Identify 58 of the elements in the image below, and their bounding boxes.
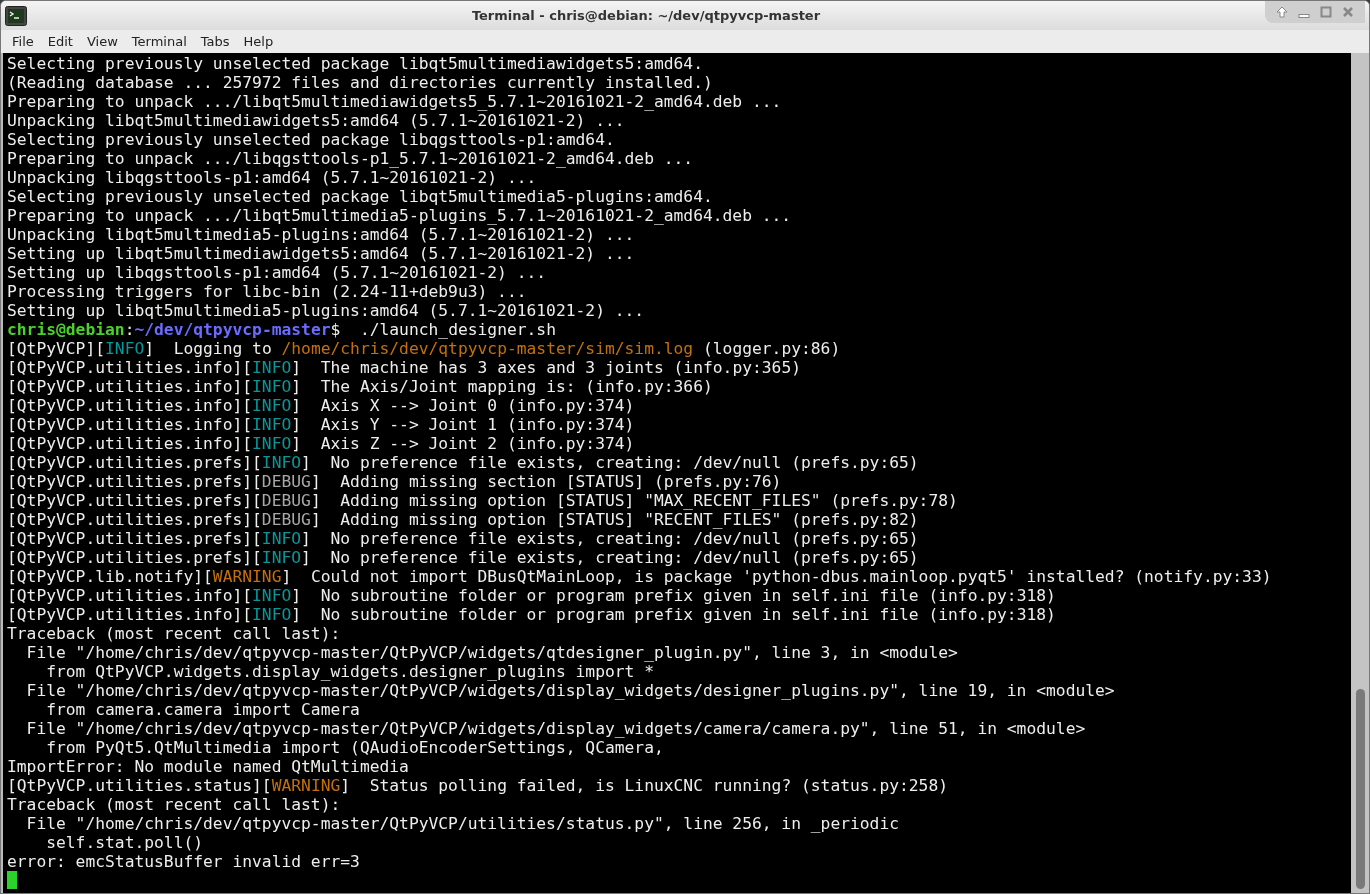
terminal-line: Setting up libqt5multimediawidgets5:amd64 (5.7.1~20161021-2) ...: [7, 244, 636, 263]
terminal-line: Preparing to unpack .../libqgsttools-p1_5.7.1~20161021-2_amd64.deb ...: [7, 149, 695, 168]
menu-item[interactable]: Edit: [40, 31, 80, 52]
up-arrow-icon: [1276, 6, 1288, 18]
terminal-line: Unpacking libqt5multimediawidgets5:amd64 (5.7.1~20161021-2) ...: [7, 111, 626, 130]
terminal-line: File "/home/chris/dev/qtpyvcp-master/QtPyVCP/widgets/display_widgets/designer_plugins.py", line 19, in <module>: [25, 681, 1116, 700]
maximize-icon: [1320, 6, 1332, 18]
terminal-line: File "/home/chris/dev/qtpyvcp-master/QtPyVCP/utilities/status.py", line 256, in _periodic: [25, 814, 900, 833]
terminal-line: File "/home/chris/dev/qtpyvcp-master/QtPyVCP/widgets/qtdesigner_plugin.py", line 3, in <module>: [25, 643, 959, 662]
terminal-line: [QtPyVCP.utilities.prefs][DEBUG] Adding missing option [STATUS] "RECENT_FILES" (prefs.py:82): [7, 510, 920, 529]
minimize-icon: [1298, 14, 1310, 18]
terminal-line: Preparing to unpack .../libqt5multimediawidgets5_5.7.1~20161021-2_amd64.deb ...: [7, 92, 783, 111]
terminal-line: [QtPyVCP.utilities.prefs][INFO] No preference file exists, creating: /dev/null (prefs.py:65): [7, 548, 920, 567]
terminal-line: [QtPyVCP.utilities.info][INFO] Axis Y --> Joint 1 (info.py:374): [7, 415, 636, 434]
terminal-line: self.stat.poll(): [45, 833, 205, 852]
terminal-line: error: emcStatusBuffer invalid err=3: [7, 852, 361, 871]
terminal-line: Traceback (most recent call last):: [7, 795, 342, 814]
terminal-line: Unpacking libqgsttools-p1:amd64 (5.7.1~20161021-2) ...: [7, 168, 538, 187]
terminal-line: Setting up libqgsttools-p1:amd64 (5.7.1~20161021-2) ...: [7, 263, 548, 282]
terminal-line: [QtPyVCP.utilities.info][INFO] No subroutine folder or program prefix given in self.ini file (info.py:318): [7, 605, 1057, 624]
terminal-app-icon: [5, 5, 27, 26]
terminal-line: (Reading database ... 257972 files and directories currently installed.): [7, 73, 714, 92]
terminal-line: Preparing to unpack .../libqt5multimedia5-plugins_5.7.1~20161021-2_amd64.deb ...: [7, 206, 793, 225]
text-cursor: [7, 871, 17, 889]
terminal-line: File "/home/chris/dev/qtpyvcp-master/QtPyVCP/widgets/display_widgets/camera/camera.py", line 51, in <module>: [25, 719, 1087, 738]
menu-item[interactable]: File: [5, 31, 41, 52]
terminal-line: [QtPyVCP.utilities.prefs][DEBUG] Adding missing option [STATUS] "MAX_RECENT_FILES" (prefs.py:78): [7, 491, 959, 510]
menu-item[interactable]: Terminal: [124, 31, 194, 52]
terminal-line: [QtPyVCP.lib.notify][WARNING] Could not import DBusQtMainLoop, is package 'python-dbus.mainloop.pyqt5' installed? (notify.py:33): [7, 567, 1273, 586]
menu-item[interactable]: View: [79, 31, 125, 52]
terminal-line: ImportError: No module named QtMultimedia: [7, 757, 410, 776]
terminal-line: [QtPyVCP.utilities.prefs][INFO] No preference file exists, creating: /dev/null (prefs.py:65): [7, 453, 920, 472]
scrollbar-thumb[interactable]: [1356, 689, 1365, 889]
terminal-line: Selecting previously unselected package libqt5multimediawidgets5:amd64.: [7, 54, 704, 73]
menu-item[interactable]: Tabs: [193, 31, 237, 52]
terminal-line: from PyQt5.QtMultimedia import (QAudioEncoderSettings, QCamera,: [45, 738, 665, 757]
terminal-line: [QtPyVCP.utilities.info][INFO] The Axis/Joint mapping is: (info.py:366): [7, 377, 714, 396]
terminal-line: [QtPyVCP.utilities.info][INFO] Axis X --> Joint 0 (info.py:374): [7, 396, 636, 415]
terminal-line: Selecting previously unselected package libqgsttools-p1:amd64.: [7, 130, 616, 149]
scrollbar-track[interactable]: [1351, 53, 1369, 893]
terminal-line: [QtPyVCP.utilities.prefs][INFO] No preference file exists, creating: /dev/null (prefs.py:65): [7, 529, 920, 548]
terminal-line: Selecting previously unselected package libqt5multimedia5-plugins:amd64.: [7, 187, 714, 206]
terminal-line: [QtPyVCP.utilities.info][INFO] Axis Z --> Joint 2 (info.py:374): [7, 434, 636, 453]
terminal-line: Processing triggers for libc-bin (2.24-11+deb9u3) ...: [7, 282, 528, 301]
terminal-line: from camera.camera import Camera: [45, 700, 361, 719]
close-icon: [1342, 6, 1354, 18]
terminal-line: [QtPyVCP.utilities.prefs][DEBUG] Adding missing section [STATUS] (prefs.py:76): [7, 472, 783, 491]
terminal-line: [QtPyVCP.utilities.info][INFO] The machine has 3 axes and 3 joints (info.py:365): [7, 358, 802, 377]
terminal-line: chris@debian:~/dev/qtpyvcp-master$ ./launch_designer.sh: [7, 320, 557, 339]
terminal-line: from QtPyVCP.widgets.display_widgets.designer_plugins import *: [45, 662, 655, 681]
terminal-line: [QtPyVCP][INFO] Logging to /home/chris/dev/qtpyvcp-master/sim/sim.log (logger.py:86): [7, 339, 842, 358]
terminal-line: Setting up libqt5multimedia5-plugins:amd64 (5.7.1~20161021-2) ...: [7, 301, 646, 320]
terminal-line: [QtPyVCP.utilities.info][INFO] No subroutine folder or program prefix given in self.ini file (info.py:318): [7, 586, 1057, 605]
menu-item[interactable]: Help: [236, 31, 281, 52]
terminal-line: Traceback (most recent call last):: [7, 624, 342, 643]
terminal-line: [QtPyVCP.utilities.status][WARNING] Status polling failed, is LinuxCNC running? (status.py:258): [7, 776, 950, 795]
terminal-line: Unpacking libqt5multimedia5-plugins:amd64 (5.7.1~20161021-2) ...: [7, 225, 636, 244]
window-title: Terminal - chris@debian: ~/dev/qtpyvcp-master: [470, 6, 822, 25]
